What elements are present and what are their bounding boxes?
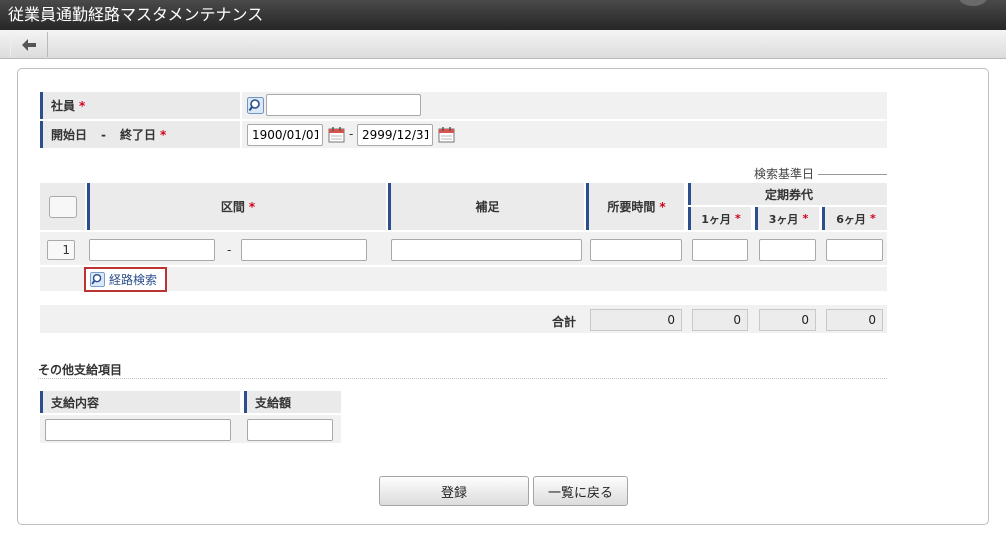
month6-input[interactable] bbox=[826, 239, 883, 261]
pass-fee-header: 定期券代 bbox=[688, 183, 887, 205]
supplement-input[interactable] bbox=[391, 239, 582, 261]
select-all-header bbox=[40, 183, 85, 230]
total-label: 合計 bbox=[552, 315, 577, 329]
supplement-header-text: 補足 bbox=[475, 200, 500, 214]
route-search-button[interactable]: 経路検索 bbox=[84, 267, 167, 292]
amount-header-text: 支給額 bbox=[255, 395, 292, 410]
date-range-dash: - bbox=[349, 127, 354, 141]
route-search-label: 経路検索 bbox=[109, 273, 158, 287]
end-date-label: 終了日 bbox=[120, 128, 157, 142]
content-header-text: 支給内容 bbox=[51, 395, 100, 410]
calendar-icon[interactable] bbox=[438, 126, 455, 143]
start-date-label: 開始日 bbox=[51, 128, 88, 142]
search-basis-line bbox=[818, 174, 887, 175]
total-month3 bbox=[759, 309, 816, 331]
required-mark: * bbox=[248, 199, 256, 214]
section-header: 区間 * bbox=[87, 183, 386, 230]
amount-header: 支給額 bbox=[244, 391, 341, 413]
month3-header-text: 3ヶ月 bbox=[768, 212, 799, 226]
month3-input[interactable] bbox=[759, 239, 816, 261]
back-button[interactable] bbox=[10, 32, 48, 57]
month1-header-text: 1ヶ月 bbox=[701, 212, 731, 226]
search-basis-label: 検索基準日 bbox=[754, 167, 815, 181]
required-mark: * bbox=[734, 212, 741, 225]
other-section-title: その他支給項目 bbox=[38, 363, 123, 377]
row-number-text: 1 bbox=[62, 243, 70, 257]
toolbar bbox=[0, 30, 1006, 59]
section-from-input[interactable] bbox=[89, 239, 215, 261]
search-icon bbox=[90, 272, 105, 287]
register-button-label: 登録 bbox=[440, 485, 467, 501]
section-dash: - bbox=[227, 243, 232, 257]
employee-input[interactable] bbox=[266, 94, 421, 116]
required-mark: * bbox=[79, 98, 86, 113]
employee-label: 社員 * bbox=[40, 92, 240, 119]
total-duration bbox=[590, 309, 682, 331]
register-button[interactable]: 登録 bbox=[379, 476, 529, 506]
total-month6 bbox=[826, 309, 883, 331]
route-search-row bbox=[40, 267, 887, 291]
section-divider bbox=[38, 378, 887, 379]
required-mark: * bbox=[659, 199, 666, 214]
month1-header: 1ヶ月 * bbox=[688, 207, 751, 230]
total-month1 bbox=[692, 309, 748, 331]
calendar-icon[interactable] bbox=[328, 126, 345, 143]
start-date-input[interactable] bbox=[247, 124, 323, 146]
supplement-header: 補足 bbox=[388, 183, 584, 230]
arrow-left-icon bbox=[22, 38, 36, 51]
back-to-list-button[interactable]: 一覧に戻る bbox=[533, 476, 628, 506]
row-number: 1 bbox=[47, 240, 75, 260]
section-header-text: 区間 bbox=[220, 200, 245, 214]
month6-header: 6ヶ月 * bbox=[822, 207, 887, 230]
duration-header-text: 所要時間 bbox=[607, 200, 656, 214]
content-input[interactable] bbox=[45, 419, 231, 441]
month6-header-text: 6ヶ月 bbox=[836, 212, 866, 226]
main-panel: 社員* 開始日 - 終了日* - 検索基準日 区間* bbox=[17, 68, 989, 525]
period-label: 開始日 - 終了日 * bbox=[40, 121, 240, 148]
employee-label-text: 社員 bbox=[51, 99, 76, 113]
pass-fee-header-text: 定期券代 bbox=[764, 187, 813, 202]
section-to-input[interactable] bbox=[241, 239, 367, 261]
month1-input[interactable] bbox=[692, 239, 748, 261]
required-mark: * bbox=[869, 212, 876, 225]
amount-input[interactable] bbox=[247, 419, 333, 441]
content-header: 支給内容 bbox=[40, 391, 240, 413]
search-icon[interactable] bbox=[247, 97, 264, 114]
back-to-list-button-label: 一覧に戻る bbox=[547, 485, 613, 501]
duration-header: 所要時間 * bbox=[586, 183, 684, 230]
titlebar-corner-decoration bbox=[958, 0, 988, 6]
required-mark: * bbox=[802, 212, 809, 225]
duration-input[interactable] bbox=[590, 239, 682, 261]
end-date-input[interactable] bbox=[357, 124, 433, 146]
month3-header: 3ヶ月 * bbox=[755, 207, 819, 230]
required-mark: * bbox=[160, 127, 167, 142]
window-title: 従業員通勤経路マスタメンテナンス bbox=[8, 5, 264, 24]
window-titlebar: 従業員通勤経路マスタメンテナンス bbox=[0, 0, 1006, 30]
period-dash: - bbox=[101, 127, 106, 142]
select-all-checkbox[interactable] bbox=[48, 195, 77, 218]
